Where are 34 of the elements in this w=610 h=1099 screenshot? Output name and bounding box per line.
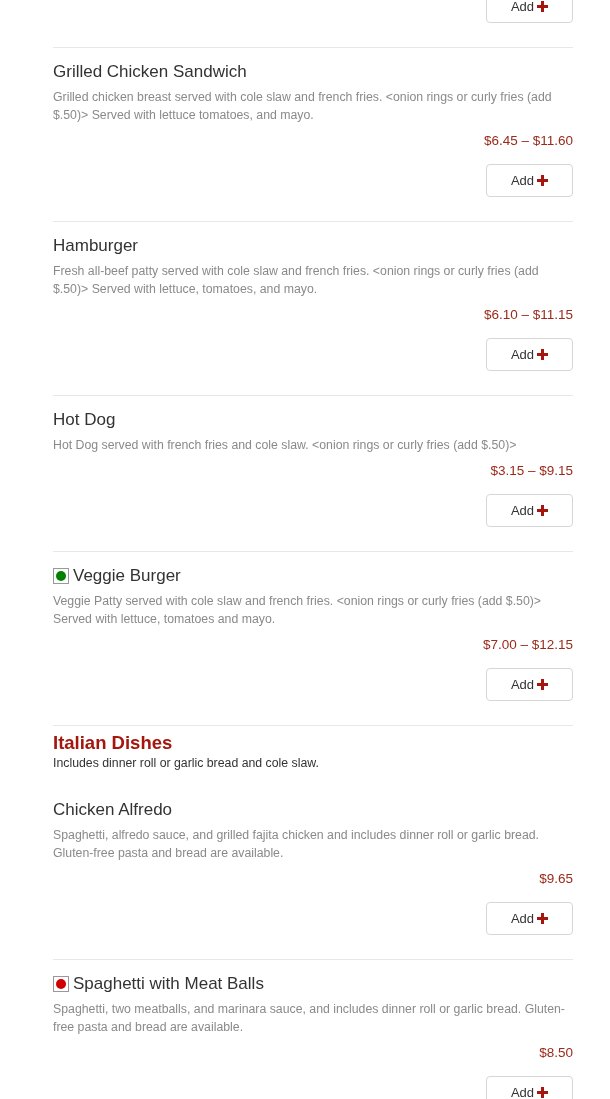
plus-icon [537, 349, 549, 360]
add-button[interactable]: Add [486, 338, 573, 371]
plus-icon [537, 1087, 549, 1098]
item-price: $6.10 – $11.15 [483, 306, 573, 324]
item-name: Spaghetti with Meat Balls [73, 973, 264, 995]
item-description: Veggie Patty served with cole slaw and french fries. <onion rings or curly fries (add $.50)> Served with lettuce, tomatoes and mayo. [53, 593, 543, 628]
item-price: $6.45 – $11.60 [483, 132, 573, 150]
item-description: Grilled chicken breast served with cole slaw and french fries. <onion rings or curly fries (add $.50)> Served with lettuce tomatoes, and mayo. [53, 89, 553, 124]
item-name: Veggie Burger [73, 565, 181, 587]
item-description: Spaghetti, alfredo sauce, and grilled fajita chicken and includes dinner roll or garlic bread. Gluten-free pasta and bread are available. [53, 827, 540, 862]
add-button[interactable]: Add [486, 902, 573, 935]
plus-icon [537, 679, 549, 690]
add-button[interactable]: Add [486, 1076, 573, 1099]
item-price: $3.15 – $9.15 [490, 462, 573, 480]
item-description: Hot Dog served with french fries and cole slaw. <onion rings or curly fries (add $.50)> [53, 437, 518, 454]
section-subtitle: Includes dinner roll or garlic bread and cole slaw. [53, 755, 320, 772]
item-description: Fresh all-beef patty served with cole slaw and french fries. <onion rings or curly fries (add $.50)> Served with lettuce, tomatoes, and mayo. [53, 263, 540, 298]
item-name: Hot Dog [53, 409, 116, 431]
add-button[interactable]: Add [486, 0, 573, 23]
section-title: Italian Dishes [53, 732, 174, 754]
add-button[interactable]: Add [486, 668, 573, 701]
item-name: Hamburger [53, 235, 139, 257]
item-price: $8.50 [539, 1044, 573, 1062]
item-description: Spaghetti, two meatballs, and marinara sauce, and includes dinner roll or garlic bread. Gluten-free pasta and bread are available. [53, 1001, 566, 1036]
plus-icon [537, 175, 549, 186]
add-button[interactable]: Add [486, 164, 573, 197]
item-price: $7.00 – $12.15 [482, 636, 573, 654]
plus-icon [537, 913, 549, 924]
item-name: Chicken Alfredo [53, 799, 173, 821]
plus-icon [537, 1, 549, 12]
plus-icon [537, 505, 549, 516]
item-name: Grilled Chicken Sandwich [53, 61, 247, 83]
add-button[interactable]: Add [486, 494, 573, 527]
item-price: $9.65 [539, 870, 573, 888]
